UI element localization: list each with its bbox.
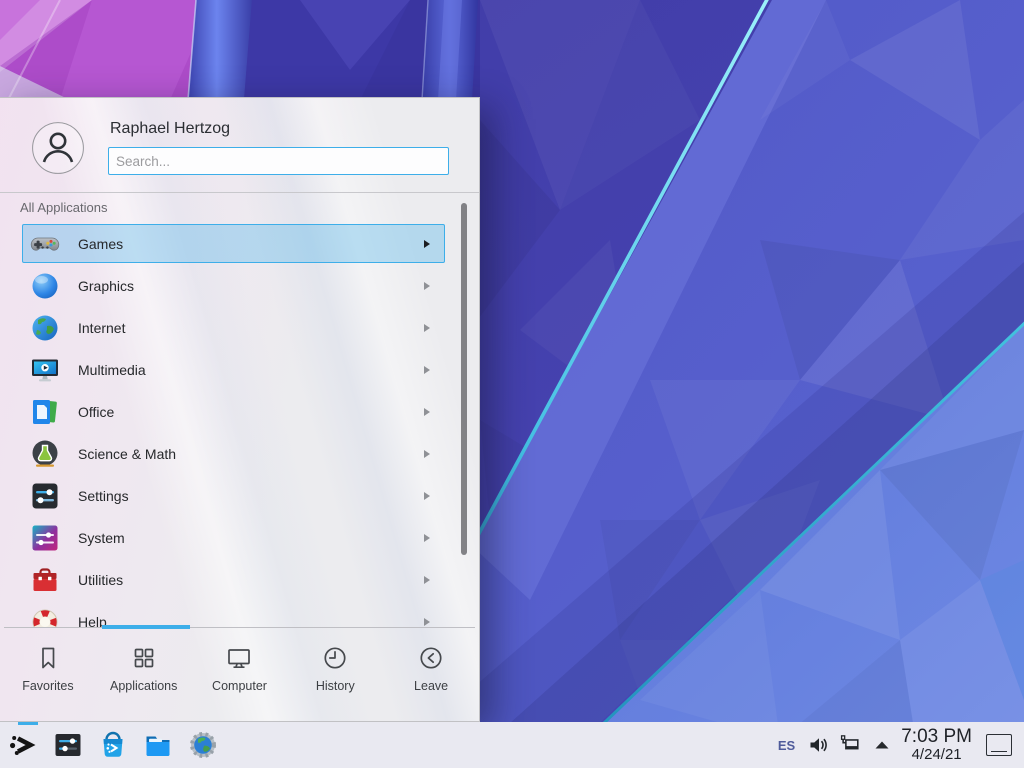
clock-time: 7:03 PM: [901, 727, 972, 747]
tab-label: Applications: [110, 679, 177, 693]
taskbar-app-system-settings[interactable]: [53, 730, 83, 760]
task-manager: [8, 730, 233, 760]
category-item-system[interactable]: System: [0, 517, 479, 559]
category-item-utilities[interactable]: Utilities: [0, 559, 479, 601]
taskbar-app-web-browser[interactable]: [188, 730, 218, 760]
category-item-internet[interactable]: Internet: [0, 307, 479, 349]
category-item-settings[interactable]: Settings: [0, 475, 479, 517]
favorites-bookmark-icon: [33, 643, 63, 673]
tab-label: History: [316, 679, 355, 693]
active-tab-indicator: [102, 625, 190, 629]
category-item-help[interactable]: Help: [0, 601, 479, 628]
active-task-indicator: [18, 722, 38, 725]
category-item-games[interactable]: Games: [0, 223, 479, 265]
leave-back-icon: [416, 643, 446, 673]
submenu-arrow-icon: [424, 450, 430, 458]
category-label: System: [78, 530, 125, 546]
network-icon[interactable]: [839, 734, 861, 756]
user-name: Raphael Hertzog: [110, 120, 230, 138]
submenu-arrow-icon: [424, 492, 430, 500]
user-avatar-icon[interactable]: [32, 122, 84, 174]
category-label: Games: [78, 236, 123, 252]
category-label: Multimedia: [78, 362, 146, 378]
tab-label: Leave: [414, 679, 448, 693]
tab-leave[interactable]: Leave: [383, 628, 479, 723]
header-divider: [0, 192, 479, 193]
taskbar-panel: ES 7:03 PM 4/24/21: [0, 722, 1024, 768]
tab-label: Computer: [212, 679, 267, 693]
category-label: Internet: [78, 320, 125, 336]
submenu-arrow-icon: [424, 282, 430, 290]
applications-grid-icon: [129, 643, 159, 673]
keyboard-layout-indicator[interactable]: ES: [776, 738, 797, 753]
help-lifebuoy-icon: [29, 606, 61, 628]
computer-monitor-icon: [224, 643, 254, 673]
submenu-arrow-icon: [424, 576, 430, 584]
tab-bar: Favorites Applications Computer History Leav…: [0, 628, 479, 723]
caret-up-icon[interactable]: [871, 734, 893, 756]
utilities-toolbox-icon: [29, 564, 61, 596]
system-settings-task-icon: [53, 730, 83, 760]
desktop: Raphael Hertzog All Applications Games Gr…: [0, 0, 1024, 768]
submenu-arrow-icon: [424, 618, 430, 626]
digital-clock[interactable]: 7:03 PM 4/24/21: [901, 727, 972, 763]
gamepad-icon: [29, 228, 61, 260]
system-sliders-icon: [29, 522, 61, 554]
category-item-science-math[interactable]: Science & Math: [0, 433, 479, 475]
category-label: Graphics: [78, 278, 134, 294]
history-clock-icon: [320, 643, 350, 673]
submenu-arrow-icon: [424, 240, 430, 248]
category-item-graphics[interactable]: Graphics: [0, 265, 479, 307]
office-document-icon: [29, 396, 61, 428]
submenu-arrow-icon: [424, 408, 430, 416]
tab-label: Favorites: [22, 679, 73, 693]
category-item-multimedia[interactable]: Multimedia: [0, 349, 479, 391]
category-label: Utilities: [78, 572, 123, 588]
taskbar-app-discover-software-center[interactable]: [98, 730, 128, 760]
tab-applications[interactable]: Applications: [96, 628, 192, 723]
category-label: Science & Math: [78, 446, 176, 462]
tab-history[interactable]: History: [287, 628, 383, 723]
science-flask-icon: [29, 438, 61, 470]
multimedia-monitor-icon: [29, 354, 61, 386]
settings-sliders-icon: [29, 480, 61, 512]
category-label: Settings: [78, 488, 129, 504]
search-input[interactable]: [108, 147, 449, 175]
submenu-arrow-icon: [424, 534, 430, 542]
submenu-arrow-icon: [424, 324, 430, 332]
taskbar-app-file-manager[interactable]: [143, 730, 173, 760]
category-item-office[interactable]: Office: [0, 391, 479, 433]
internet-globe-icon: [29, 312, 61, 344]
scrollbar-thumb[interactable]: [461, 203, 467, 555]
taskbar-app-kali-application-launcher[interactable]: [8, 730, 38, 760]
kali-launcher-icon: [8, 730, 38, 760]
show-desktop-button[interactable]: [986, 734, 1012, 756]
web-browser-globe-icon: [188, 730, 218, 760]
submenu-arrow-icon: [424, 366, 430, 374]
discover-task-icon: [98, 730, 128, 760]
system-tray: ES: [776, 734, 893, 756]
clock-date: 4/24/21: [912, 747, 962, 763]
graphics-sphere-icon: [29, 270, 61, 302]
tab-computer[interactable]: Computer: [192, 628, 288, 723]
category-label: Office: [78, 404, 114, 420]
volume-icon[interactable]: [807, 734, 829, 756]
tab-favorites[interactable]: Favorites: [0, 628, 96, 723]
category-list: Games Graphics Internet Multimedia Office Sci…: [0, 223, 479, 628]
application-launcher-menu: Raphael Hertzog All Applications Games Gr…: [0, 97, 480, 722]
section-label: All Applications: [20, 200, 107, 215]
file-manager-folder-icon: [143, 730, 173, 760]
